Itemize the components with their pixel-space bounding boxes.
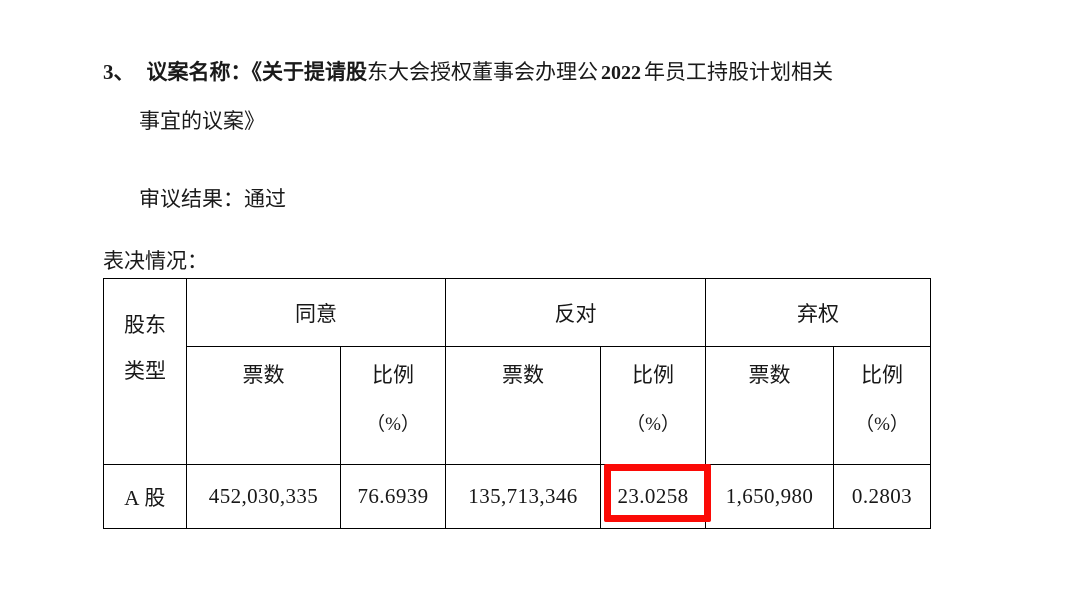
cell-shareholder-type: A 股 (103, 464, 187, 529)
header-agree-percent-unit: （%） (366, 414, 420, 435)
header-object-percent: 比例 （%） (600, 346, 706, 465)
header-group-agree: 同意 (186, 278, 446, 347)
header-shareholder-type-line1: 股东 (124, 312, 166, 337)
header-agree-votes-label: 票数 (242, 363, 285, 387)
proposal-heading-line-2: 事宜的议案》 (139, 109, 265, 133)
header-agree-percent-label: 比例 (372, 363, 414, 387)
proposal-heading: 3、 议案名称：《关于提请股 东大会授权董事会办理公 2022 年员工持股计划相关 事宜… (103, 57, 943, 136)
cell-agree-percent: 76.6939 (340, 464, 446, 529)
vote-table-container: 股东 类型 同意 反对 弃权 票数 比例 （%） 票数 比例 （%） 票数 比例… (103, 278, 931, 529)
header-object-percent-unit: （%） (626, 414, 680, 435)
cell-abstain-percent: 0.2803 (833, 464, 931, 529)
header-agree-votes: 票数 (186, 346, 341, 465)
header-object-votes: 票数 (445, 346, 601, 465)
cell-agree-votes: 452,030,335 (186, 464, 341, 529)
proposal-title-body-second: 年员工持股计划相关 (644, 60, 833, 84)
header-object-votes-label: 票数 (502, 363, 544, 387)
header-abstain-percent: 比例 （%） (833, 346, 931, 465)
cell-object-percent: 23.0258 (600, 464, 706, 529)
table-header-sub-row: 票数 比例 （%） 票数 比例 （%） 票数 比例 （%） (104, 346, 931, 465)
vote-situation-label: 表决情况： (103, 249, 208, 273)
review-result: 审议结果：通过 (139, 187, 286, 211)
document-page: 3、 议案名称：《关于提请股 东大会授权董事会办理公 2022 年员工持股计划相关 事宜… (0, 0, 1073, 594)
table-header-group-row: 股东 类型 同意 反对 弃权 (103, 278, 931, 465)
proposal-title-lead: 议案名称：《关于提请股 (146, 60, 368, 84)
header-shareholder-type: 股东 类型 (103, 278, 187, 465)
proposal-heading-line-1: 3、 议案名称：《关于提请股 东大会授权董事会办理公 2022 年员工持股计划相关 (103, 57, 943, 88)
cell-object-votes: 135,713,346 (445, 464, 601, 529)
header-abstain-percent-label: 比例 (861, 363, 903, 387)
header-shareholder-type-line2: 类型 (124, 358, 166, 383)
table-row: A 股 452,030,335 76.6939 135,713,346 23.0… (103, 464, 931, 529)
header-abstain-votes-label: 票数 (748, 363, 791, 387)
header-agree-percent: 比例 （%） (340, 346, 446, 465)
header-group-object: 反对 (445, 278, 706, 347)
proposal-number: 3、 (103, 60, 135, 84)
proposal-title-body-first: 东大会授权董事会办理公 (367, 60, 598, 84)
vote-table: 股东 类型 同意 反对 弃权 票数 比例 （%） 票数 比例 （%） 票数 比例… (103, 278, 931, 529)
proposal-year: 2022 (601, 62, 641, 84)
cell-abstain-votes: 1,650,980 (705, 464, 834, 529)
header-abstain-percent-unit: （%） (855, 414, 909, 435)
header-object-percent-label: 比例 (632, 363, 674, 387)
header-group-abstain: 弃权 (705, 278, 931, 347)
header-abstain-votes: 票数 (705, 346, 834, 465)
